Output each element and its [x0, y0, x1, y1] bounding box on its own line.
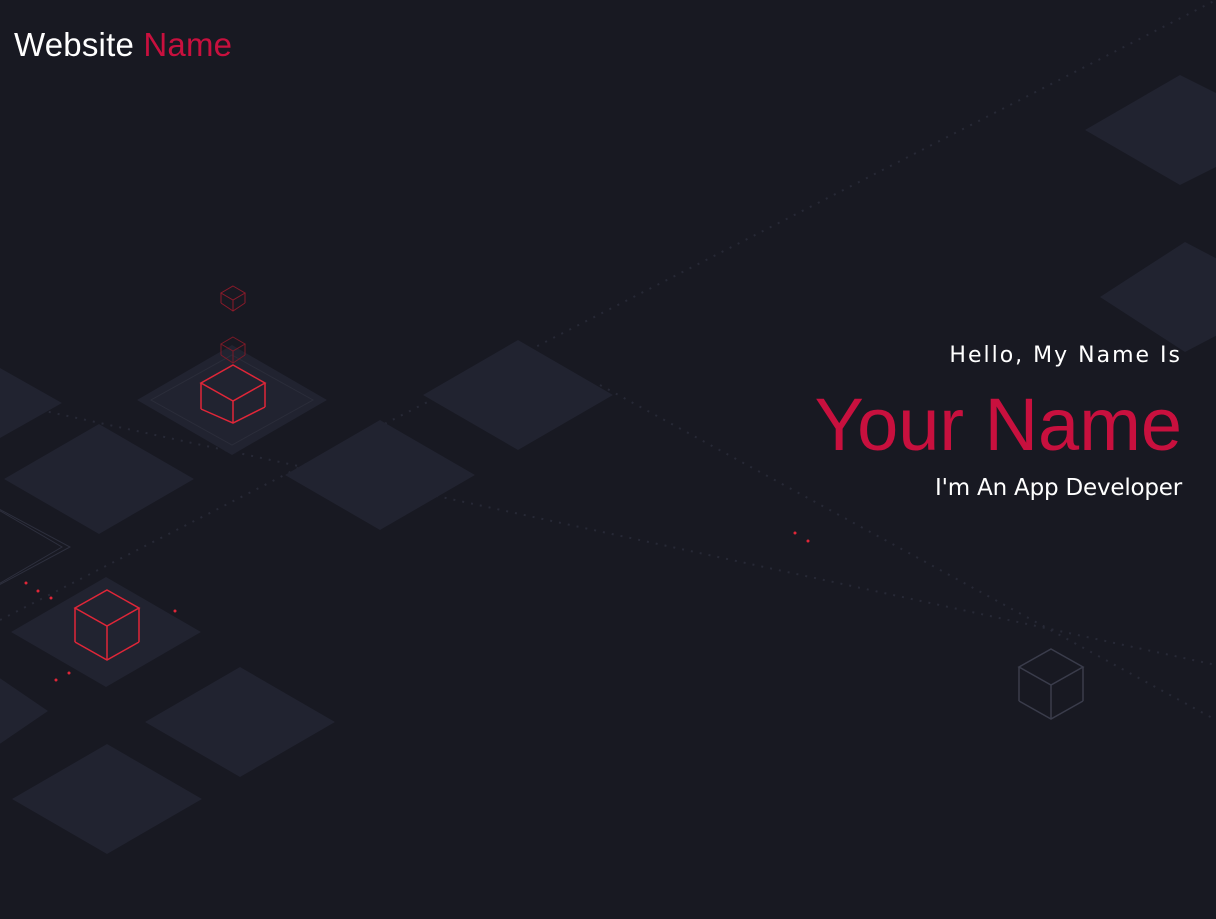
landing-page: Website Name Hello, My Name Is Your Name…: [0, 0, 1216, 919]
hero-greeting: Hello, My Name Is: [949, 343, 1182, 368]
rail-outline: [0, 509, 72, 585]
site-logo-link[interactable]: Website Name: [14, 26, 232, 64]
hero-role: I'm An App Developer: [935, 475, 1182, 501]
logo-primary-text: Website: [14, 26, 135, 63]
cube-dim-right: [1017, 648, 1085, 720]
logo-accent-text: Name: [143, 26, 233, 63]
hero-name: Your Name: [814, 383, 1182, 466]
hero-intro: Hello, My Name Is Your Name I'm An App D…: [814, 336, 1183, 504]
cube-tiny-top: [220, 285, 246, 312]
